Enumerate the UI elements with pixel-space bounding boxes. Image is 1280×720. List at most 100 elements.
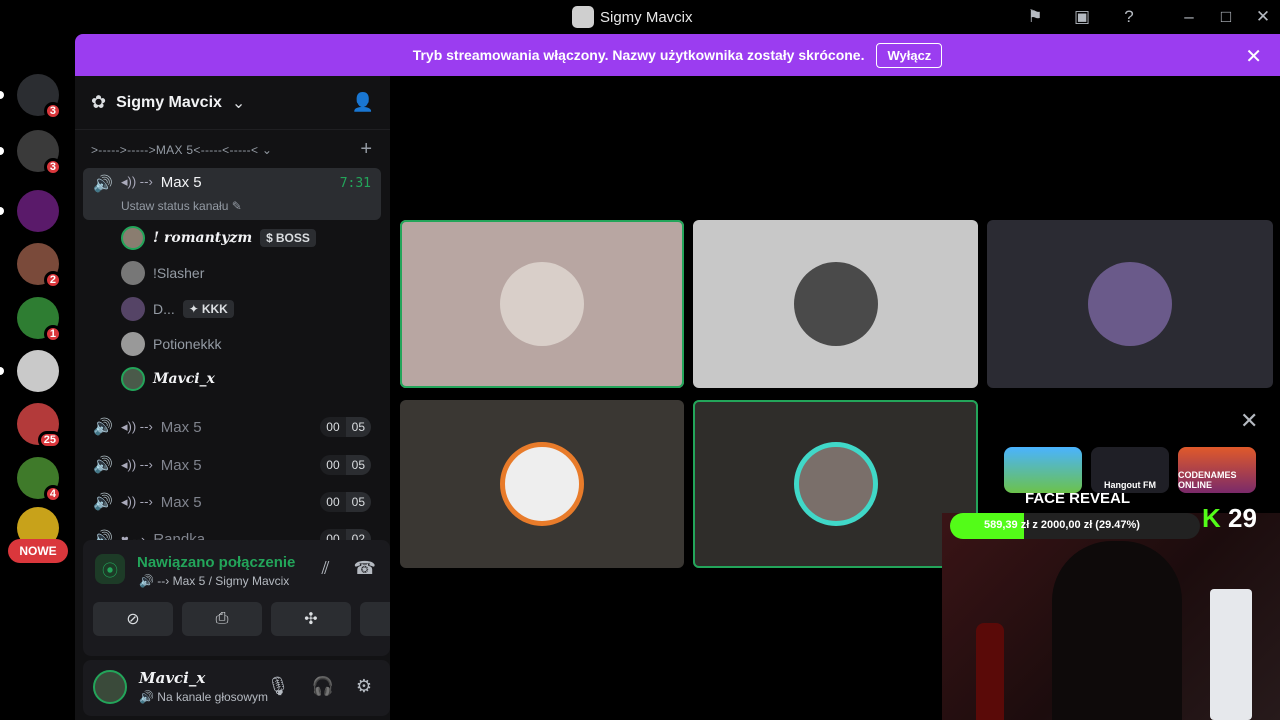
server-rail: 3 3 2 1 25 4 NOWE — [0, 34, 75, 720]
participant-tile[interactable] — [987, 220, 1273, 388]
participant-avatar — [793, 262, 878, 346]
window-title-text: Sigmy Mavcix — [600, 8, 693, 26]
voice-member[interactable]: Mavci_x — [121, 367, 215, 391]
user-limit: 05 — [345, 492, 371, 512]
disconnect-icon[interactable]: ☎ — [354, 558, 376, 579]
activities-icon: ✣ — [304, 611, 318, 628]
category-header[interactable]: >----->----->MAX 5<-----<-----< ⌄ — [91, 143, 272, 157]
tag-icon: ✦ — [188, 302, 199, 316]
channel-status[interactable]: Ustaw status kanału ✎ — [121, 199, 242, 213]
headphones-icon[interactable]: 🎧 — [311, 676, 333, 697]
noise-suppression-icon[interactable]: ⫽ — [322, 558, 330, 579]
settings-icon[interactable]: ⚙ — [356, 676, 372, 697]
speaker-icon: ◂)) ‑‑› — [121, 494, 153, 509]
category-name: >----->----->MAX 5<-----<-----< — [91, 143, 259, 157]
voice-channel[interactable]: 🔊 ◂)) ‑‑› Max 5 00 05 — [83, 487, 381, 517]
server-icon-server-4[interactable]: 2 — [17, 243, 62, 289]
voice-member[interactable]: ! romantyzm $ BOSS — [121, 226, 316, 250]
chevron-down-icon: ⌄ — [231, 94, 246, 112]
face-reveal-label: FACE REVEAL — [1025, 490, 1131, 507]
maximize-icon[interactable]: □ — [1215, 6, 1237, 28]
user-panel: Mavci_x 🔊 Na kanale głosowym 🎙 🎧 ⚙ — [83, 660, 390, 716]
voice-channel[interactable]: 🔊 ◂)) ‑‑› Max 5 00 05 — [83, 450, 381, 480]
participant-tile[interactable] — [693, 220, 978, 388]
inbox-icon[interactable]: ▣ — [1071, 6, 1093, 28]
activity-card[interactable]: Hangout FM — [1091, 447, 1169, 493]
activity-card[interactable]: CODENAMES ONLINE — [1178, 447, 1256, 493]
server-icon-server-8[interactable]: 4 — [17, 457, 62, 503]
member-name: ! romantyzm — [153, 230, 253, 246]
streamer-figure — [1052, 541, 1182, 720]
webcam-overlay: 589,39 zł z 2000,00 zł (29.47%) K 29 — [942, 503, 1280, 720]
member-name: Mavci_x — [153, 371, 215, 387]
close-window-icon[interactable]: ✕ — [1252, 6, 1274, 28]
speaker-icon: ◂)) ‑‑› — [121, 457, 153, 472]
voice-channel[interactable]: 🔊 ◂)) ‑‑› Max 5 7:31 Ustaw status kanału ✎ — [83, 168, 381, 220]
close-banner-icon[interactable]: ✕ — [1245, 44, 1262, 69]
edit-icon: ✎ — [231, 199, 242, 213]
screen-share-button[interactable]: ⎙ — [182, 602, 262, 636]
member-name: Potionekkk — [153, 336, 222, 352]
user-limit-badge: 00 05 — [320, 455, 371, 475]
camera-button[interactable]: ⊘ — [93, 602, 173, 636]
voice-member[interactable]: D... ✦ KKK — [121, 297, 234, 321]
microphone-icon[interactable]: 🎙 — [267, 676, 290, 697]
user-avatar[interactable] — [93, 670, 127, 704]
voice-location-text: Max 5 / Sigmy Mavcix — [172, 574, 290, 588]
help-icon[interactable]: ? — [1118, 6, 1140, 28]
channel-timer: 7:31 — [339, 176, 371, 191]
server-icon-server-2[interactable]: 3 — [17, 130, 62, 176]
activity-card[interactable] — [1004, 447, 1082, 493]
server-icon-zakon[interactable] — [17, 190, 59, 232]
participant-tile[interactable] — [693, 400, 978, 568]
mention-badge: 1 — [43, 325, 62, 343]
voice-channel-name: Max 5 — [160, 174, 202, 191]
screen-share-icon: ⎙ — [215, 610, 229, 627]
invite-icon[interactable]: 👤 — [352, 92, 374, 113]
member-tag: $ BOSS — [260, 229, 316, 247]
donation-goal-bar: 589,39 zł z 2000,00 zł (29.47%) — [950, 513, 1200, 539]
server-header[interactable]: ✿ Sigmy Mavcix ⌄ 👤 — [75, 76, 390, 130]
voice-member[interactable]: Potionekkk — [121, 332, 221, 356]
banner-text: Tryb streamowania włączony. Nazwy użytko… — [412, 47, 865, 63]
member-avatar — [121, 297, 145, 321]
member-tag-text: BOSS — [275, 231, 310, 245]
server-name: Sigmy Mavcix — [116, 93, 222, 111]
server-icon-discord-home[interactable]: 3 — [17, 74, 62, 120]
disable-streamer-mode-button[interactable]: Wyłącz — [876, 42, 943, 68]
voice-connection-panel: ⦿ Nawiązano połączenie 🔊 ‑‑› Max 5 / Sig… — [83, 540, 440, 656]
add-channel-icon[interactable]: + — [360, 138, 372, 161]
unread-pill — [0, 91, 4, 99]
close-activities-icon[interactable]: ✕ — [1240, 408, 1258, 434]
voice-channel[interactable]: 🔊 ◂)) ‑‑› Max 5 00 05 — [83, 412, 381, 442]
voice-member[interactable]: !Slasher — [121, 261, 204, 285]
mention-badge: 25 — [37, 431, 62, 449]
speaker-icon: ◂)) ‑‑› — [121, 419, 153, 434]
mention-badge: 3 — [43, 158, 62, 176]
server-icon-server-6[interactable] — [17, 350, 59, 392]
title-bar: Sigmy Mavcix ⚑ ▣ ? – □ ✕ — [0, 0, 1280, 34]
user-count: 00 — [320, 417, 346, 437]
signal-icon[interactable]: ⦿ — [95, 554, 125, 584]
user-controls: 🎙 🎧 ⚙ — [267, 676, 372, 697]
user-name: Mavci_x — [139, 669, 206, 687]
window-title: Sigmy Mavcix — [572, 6, 693, 28]
server-icon-server-5[interactable]: 1 — [17, 297, 62, 343]
channel-sidebar: ✿ Sigmy Mavcix ⌄ 👤 >----->----->MAX 5<--… — [75, 76, 440, 720]
mention-badge: 3 — [43, 102, 62, 120]
participant-tile[interactable] — [400, 220, 684, 388]
member-avatar — [121, 332, 145, 356]
minimize-icon[interactable]: – — [1178, 6, 1200, 28]
new-badge[interactable]: NOWE — [8, 539, 68, 563]
voice-controls: ⫽ ☎ — [322, 558, 376, 579]
boost-icon: ✿ — [91, 92, 107, 112]
flag-icon[interactable]: ⚑ — [1024, 6, 1046, 28]
server-icon-server-7[interactable]: 25 — [17, 403, 62, 449]
activities-button[interactable]: ✣ — [271, 602, 351, 636]
participant-tile[interactable] — [400, 400, 684, 568]
user-count: 00 — [320, 492, 346, 512]
user-limit: 05 — [345, 417, 371, 437]
member-tag-text: KKK — [201, 302, 228, 316]
server-avatar — [17, 350, 59, 392]
voice-location[interactable]: 🔊 ‑‑› Max 5 / Sigmy Mavcix — [139, 574, 289, 588]
